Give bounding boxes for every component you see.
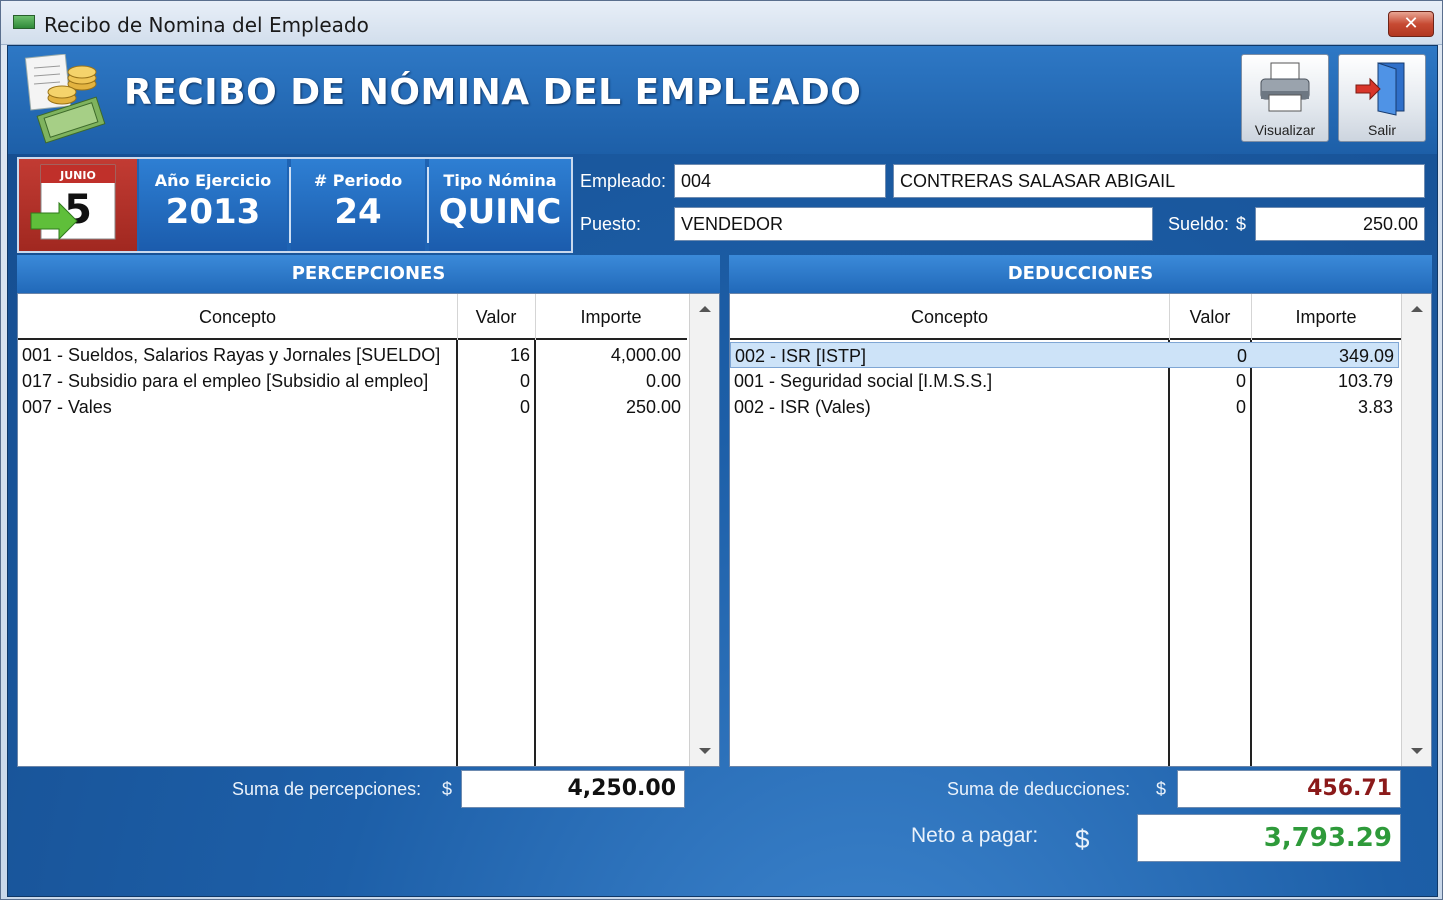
sueldo-field[interactable]: 250.00 [1255,207,1425,241]
anio-ejercicio: Año Ejercicio 2013 [139,159,287,251]
period-panel: JUNIO 5 Año Ejercicio 2013 # Periodo 24 … [17,157,573,253]
scroll-down-icon[interactable] [699,748,711,754]
empleado-nombre-field[interactable]: CONTRERAS SALASAR ABIGAIL [893,164,1425,198]
suma-deducciones-field: 456.71 [1177,770,1401,808]
sueldo-label: Sueldo: [1168,214,1230,234]
row-importe: 4,000.00 [610,345,681,365]
row-importe: 349.09 [1338,346,1394,366]
percepciones-header: PERCEPCIONES [17,255,720,293]
scroll-down-icon[interactable] [1411,748,1423,754]
row-valor: 0 [519,371,530,391]
suma-percepciones-field: 4,250.00 [461,770,685,808]
table-row[interactable]: 017 - Subsidio para el empleo [Subsidio … [18,368,687,394]
anio-value: 2013 [165,192,261,232]
row-valor: 0 [1235,397,1246,417]
row-concepto: 001 - Seguridad social [I.M.S.S.] [734,371,993,391]
printer-icon [1260,62,1310,112]
calendar-month: JUNIO [59,169,96,182]
row-valor: 0 [519,397,530,417]
puesto-label: Puesto: [580,214,642,234]
close-button[interactable]: ✕ [1388,11,1434,37]
table-row[interactable]: 001 - Sueldos, Salarios Rayas y Jornales… [18,342,687,368]
neto-a-pagar-field: 3,793.29 [1137,814,1401,862]
deducciones-scrollbar[interactable] [1401,294,1431,766]
sueldo-currency: $ [1236,214,1247,234]
col-importe[interactable]: Importe [1251,294,1401,340]
row-importe: 103.79 [1337,371,1393,391]
app-window: Recibo de Nomina del Empleado ✕ RECIBO D… [0,0,1443,900]
col-concepto[interactable]: Concepto [730,294,1169,340]
tipo-label: Tipo Nómina [443,171,557,190]
visualizar-label: Visualizar [1254,122,1316,138]
divider [1251,294,1252,340]
percepciones-scrollbar[interactable] [689,294,719,766]
scroll-up-icon[interactable] [699,306,711,312]
row-importe: 0.00 [645,371,681,391]
deducciones-header: DEDUCCIONES [729,255,1432,293]
divider [457,294,458,340]
visualizar-button[interactable]: Visualizar [1241,54,1329,142]
row-valor: 0 [1236,346,1247,366]
row-concepto: 017 - Subsidio para el empleo [Subsidio … [22,371,429,391]
row-importe: 3.83 [1357,397,1393,417]
money-icon [13,15,35,29]
divider [535,294,536,340]
periodo-label: # Periodo [313,171,403,190]
payroll-logo-icon [22,53,114,146]
calendar-icon: JUNIO 5 [19,159,137,251]
page-title: RECIBO DE NÓMINA DEL EMPLEADO [124,72,862,113]
salir-label: Salir [1367,122,1396,138]
header-banner: RECIBO DE NÓMINA DEL EMPLEADO Visualizar… [8,46,1437,154]
tipo-nomina: Tipo Nómina QUINC [429,159,571,251]
table-row[interactable]: 001 - Seguridad social [I.M.S.S.] 0 103.… [730,368,1399,394]
divider [1169,294,1170,340]
table-row[interactable]: 002 - ISR (Vales) 0 3.83 [730,394,1399,420]
neto-currency: $ [1075,824,1090,854]
salir-button[interactable]: Salir [1338,54,1426,142]
tipo-value: QUINC [438,192,562,232]
puesto-field[interactable]: VENDEDOR [674,207,1153,241]
col-concepto[interactable]: Concepto [18,294,457,340]
row-valor: 0 [1235,371,1246,391]
suma-percepciones-label: Suma de percepciones: [232,779,422,799]
row-valor: 16 [509,345,530,365]
periodo-value: 24 [334,192,382,232]
row-concepto: 007 - Vales [22,397,112,417]
suma-deducciones-label: Suma de deducciones: [947,779,1131,799]
client-area: RECIBO DE NÓMINA DEL EMPLEADO Visualizar… [7,45,1438,897]
empleado-label: Empleado: [580,171,667,191]
suma-percepciones-currency: $ [442,779,453,799]
exit-door-icon [1355,62,1405,116]
col-importe[interactable]: Importe [535,294,687,340]
col-valor[interactable]: Valor [457,294,535,340]
empleado-id-field[interactable]: 004 [674,164,886,198]
scroll-up-icon[interactable] [1411,306,1423,312]
deducciones-grid[interactable]: Concepto Valor Importe 002 - ISR [ISTP] … [729,293,1432,767]
window-title: Recibo de Nomina del Empleado [44,13,369,37]
neto-label: Neto a pagar: [911,824,1039,847]
table-row[interactable]: 007 - Vales 0 250.00 [18,394,687,420]
table-row-selected[interactable]: 002 - ISR [ISTP] 0 349.09 [730,342,1399,368]
row-concepto: 002 - ISR (Vales) [734,397,871,417]
title-bar: Recibo de Nomina del Empleado ✕ [1,1,1442,45]
anio-label: Año Ejercicio [154,171,272,190]
suma-deducciones-currency: $ [1156,779,1167,799]
percepciones-grid[interactable]: Concepto Valor Importe 001 - Sueldos, Sa… [17,293,720,767]
row-importe: 250.00 [625,397,681,417]
col-valor[interactable]: Valor [1169,294,1251,340]
periodo: # Periodo 24 [291,159,425,251]
row-concepto: 001 - Sueldos, Salarios Rayas y Jornales… [22,345,441,365]
row-concepto: 002 - ISR [ISTP] [735,346,867,366]
